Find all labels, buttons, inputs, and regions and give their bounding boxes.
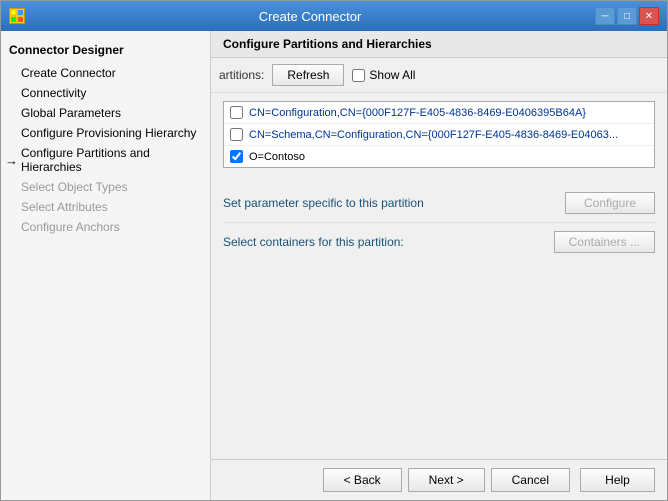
- sidebar-header: Connector Designer: [1, 39, 210, 63]
- main-panel-header: Configure Partitions and Hierarchies: [211, 31, 667, 58]
- sidebar-item-global-parameters[interactable]: Global Parameters: [1, 103, 210, 123]
- partitions-label: artitions:: [219, 68, 264, 82]
- containers-button[interactable]: Containers ...: [554, 231, 655, 253]
- sidebar-item-label: Configure Anchors: [21, 220, 120, 234]
- partition-2-label: CN=Schema,CN=Configuration,CN={000F127F-…: [249, 129, 618, 141]
- partition-3-label: O=Contoso: [249, 151, 305, 163]
- sidebar-item-select-object-types: Select Object Types: [1, 177, 210, 197]
- minimize-button[interactable]: ─: [595, 7, 615, 25]
- partition-item-3: O=Contoso: [224, 146, 654, 167]
- app-icon: [9, 8, 25, 24]
- settings-row-1: Set parameter specific to this partition…: [223, 184, 655, 223]
- sidebar: Connector Designer Create Connector Conn…: [1, 31, 211, 500]
- toolbar: artitions: Refresh Show All: [211, 58, 667, 93]
- sidebar-item-label: Connectivity: [21, 86, 86, 100]
- refresh-button[interactable]: Refresh: [272, 64, 344, 86]
- help-button[interactable]: Help: [580, 468, 655, 492]
- footer: < Back Next > Cancel Help: [211, 459, 667, 500]
- partition-item-1: CN=Configuration,CN={000F127F-E405-4836-…: [224, 102, 654, 124]
- cancel-button[interactable]: Cancel: [491, 468, 570, 492]
- spacer: [211, 269, 667, 459]
- sidebar-item-configure-provisioning[interactable]: Configure Provisioning Hierarchy: [1, 123, 210, 143]
- partition-2-checkbox[interactable]: [230, 128, 243, 141]
- window-title: Create Connector: [25, 9, 595, 24]
- maximize-button[interactable]: □: [617, 7, 637, 25]
- sidebar-item-connectivity[interactable]: Connectivity: [1, 83, 210, 103]
- main-window: Create Connector ─ □ ✕ Connector Designe…: [0, 0, 668, 501]
- partition-3-checkbox[interactable]: [230, 150, 243, 163]
- partitions-list: CN=Configuration,CN={000F127F-E405-4836-…: [223, 101, 655, 168]
- partition-item-2: CN=Schema,CN=Configuration,CN={000F127F-…: [224, 124, 654, 146]
- window-controls: ─ □ ✕: [595, 7, 659, 25]
- sidebar-item-label: Select Object Types: [21, 180, 128, 194]
- show-all-container: Show All: [352, 68, 415, 82]
- sidebar-item-select-attributes: Select Attributes: [1, 197, 210, 217]
- title-bar: Create Connector ─ □ ✕: [1, 1, 667, 31]
- close-button[interactable]: ✕: [639, 7, 659, 25]
- sidebar-item-label: Create Connector: [21, 66, 116, 80]
- back-button[interactable]: < Back: [323, 468, 402, 492]
- sidebar-item-create-connector[interactable]: Create Connector: [1, 63, 210, 83]
- content-area: Connector Designer Create Connector Conn…: [1, 31, 667, 500]
- sidebar-item-configure-partitions[interactable]: Configure Partitions and Hierarchies: [1, 143, 210, 177]
- sidebar-item-label: Global Parameters: [21, 106, 121, 120]
- sidebar-item-label: Configure Provisioning Hierarchy: [21, 126, 196, 140]
- select-containers-label: Select containers for this partition:: [223, 235, 404, 249]
- partition-1-checkbox[interactable]: [230, 106, 243, 119]
- settings-section: Set parameter specific to this partition…: [223, 184, 655, 261]
- sidebar-item-configure-anchors: Configure Anchors: [1, 217, 210, 237]
- main-panel: Configure Partitions and Hierarchies art…: [211, 31, 667, 500]
- sidebar-item-label: Select Attributes: [21, 200, 108, 214]
- show-all-label: Show All: [369, 68, 415, 82]
- next-button[interactable]: Next >: [408, 468, 485, 492]
- sidebar-item-label: Configure Partitions and Hierarchies: [21, 146, 202, 174]
- configure-button[interactable]: Configure: [565, 192, 655, 214]
- partition-1-label: CN=Configuration,CN={000F127F-E405-4836-…: [249, 107, 586, 119]
- set-parameter-label: Set parameter specific to this partition: [223, 196, 424, 210]
- show-all-checkbox[interactable]: [352, 69, 365, 82]
- settings-row-2: Select containers for this partition: Co…: [223, 223, 655, 261]
